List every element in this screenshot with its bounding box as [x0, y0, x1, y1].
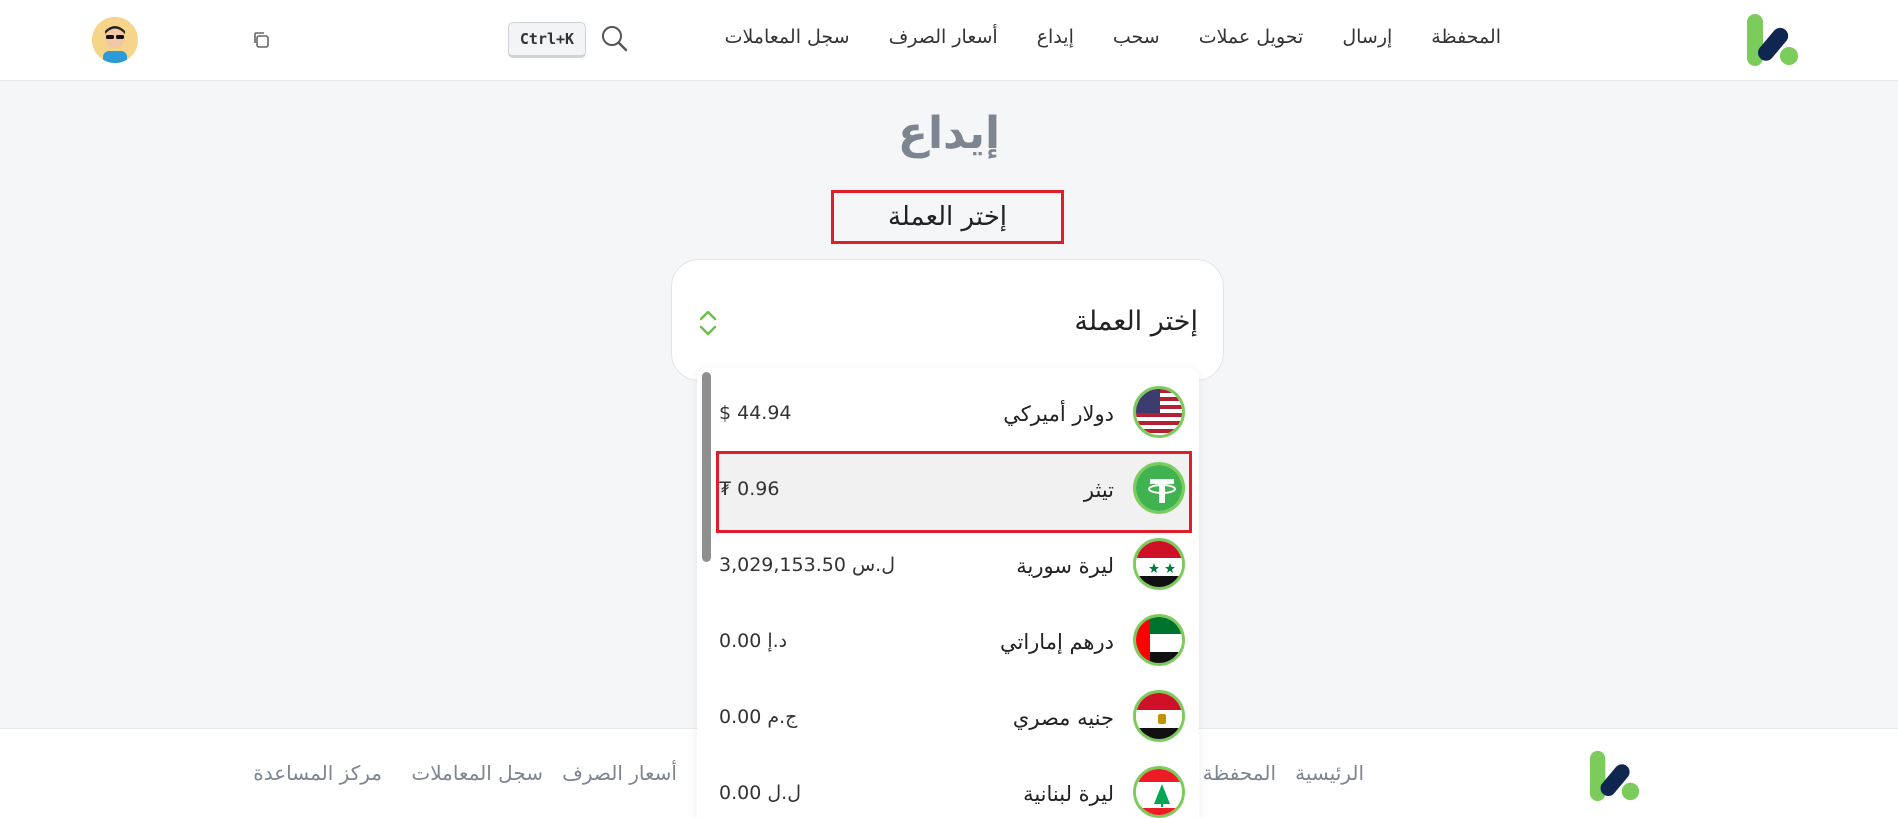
currency-amount: د.إ 0.00: [719, 630, 788, 652]
nav-rates[interactable]: أسعار الصرف: [889, 26, 998, 48]
lebanon-flag-icon: [1133, 766, 1185, 818]
currency-name: ليرة سورية: [1016, 554, 1114, 578]
footer-link-history[interactable]: سجل المعاملات: [411, 761, 543, 785]
avatar[interactable]: [92, 17, 138, 63]
currency-amount: ₮ 0.96: [719, 478, 780, 500]
copy-icon[interactable]: [252, 31, 270, 49]
nav-wallet[interactable]: المحفظة: [1431, 26, 1501, 48]
footer-link-rates[interactable]: أسعار الصرف: [562, 761, 677, 785]
currency-option-syp[interactable]: ليرة سورية ل.س 3,029,153.50: [719, 530, 1189, 606]
brand-logo[interactable]: [1745, 12, 1801, 68]
currency-amount: ج.م 0.00: [719, 706, 798, 728]
us-flag-icon: [1133, 386, 1185, 438]
nav-deposit[interactable]: إيداع: [1037, 26, 1074, 48]
tether-icon: [1133, 462, 1185, 514]
footer-link-home[interactable]: الرئيسية: [1295, 761, 1364, 785]
chevron-updown-icon: [699, 310, 717, 336]
currency-amount: ل.ل 0.00: [719, 782, 802, 804]
footer-link-help[interactable]: مركز المساعدة: [253, 761, 382, 785]
footer-link-wallet[interactable]: المحفظة: [1203, 761, 1276, 785]
currency-name: جنيه مصري: [1012, 706, 1114, 730]
currency-dropdown: دولار أميركي $ 44.94 تيثر ₮ 0.96 ليرة سو…: [697, 368, 1199, 818]
avatar-icon: [92, 17, 138, 63]
footer-logo[interactable]: [1588, 749, 1642, 803]
currency-amount: $ 44.94: [719, 402, 792, 424]
scrollbar[interactable]: [702, 372, 711, 562]
page-title: إيداع: [897, 108, 1001, 159]
nav-withdraw[interactable]: سحب: [1113, 26, 1160, 48]
currency-option-lbp[interactable]: ليرة لبنانية ل.ل 0.00: [719, 758, 1189, 818]
nav-send[interactable]: إرسال: [1342, 26, 1392, 48]
currency-option-usd[interactable]: دولار أميركي $ 44.94: [719, 378, 1189, 454]
currency-option-aed[interactable]: درهم إماراتي د.إ 0.00: [719, 606, 1189, 682]
nav-convert[interactable]: تحويل عملات: [1199, 26, 1304, 48]
uae-flag-icon: [1133, 614, 1185, 666]
top-header: المحفظة إرسال تحويل عملات سحب إيداع أسعا…: [0, 0, 1898, 81]
main-nav: المحفظة إرسال تحويل عملات سحب إيداع أسعا…: [725, 26, 1501, 48]
currency-select-label: إختر العملة: [1074, 306, 1198, 337]
currency-name: درهم إماراتي: [999, 630, 1114, 654]
nav-history[interactable]: سجل المعاملات: [725, 26, 850, 48]
currency-name: ليرة لبنانية: [1023, 782, 1114, 806]
egypt-flag-icon: [1133, 690, 1185, 742]
currency-name: تيثر: [1083, 478, 1114, 502]
shortcut-badge[interactable]: Ctrl+K: [508, 22, 586, 58]
currency-option-usdt[interactable]: تيثر ₮ 0.96: [716, 451, 1192, 533]
choose-currency-heading: إختر العملة: [831, 190, 1064, 244]
search-icon[interactable]: [600, 24, 628, 52]
currency-amount: ل.س 3,029,153.50: [719, 554, 895, 576]
currency-select[interactable]: إختر العملة: [671, 259, 1224, 381]
currency-name: دولار أميركي: [1003, 402, 1114, 426]
currency-option-egp[interactable]: جنيه مصري ج.م 0.00: [719, 682, 1189, 758]
syria-flag-icon: [1133, 538, 1185, 590]
